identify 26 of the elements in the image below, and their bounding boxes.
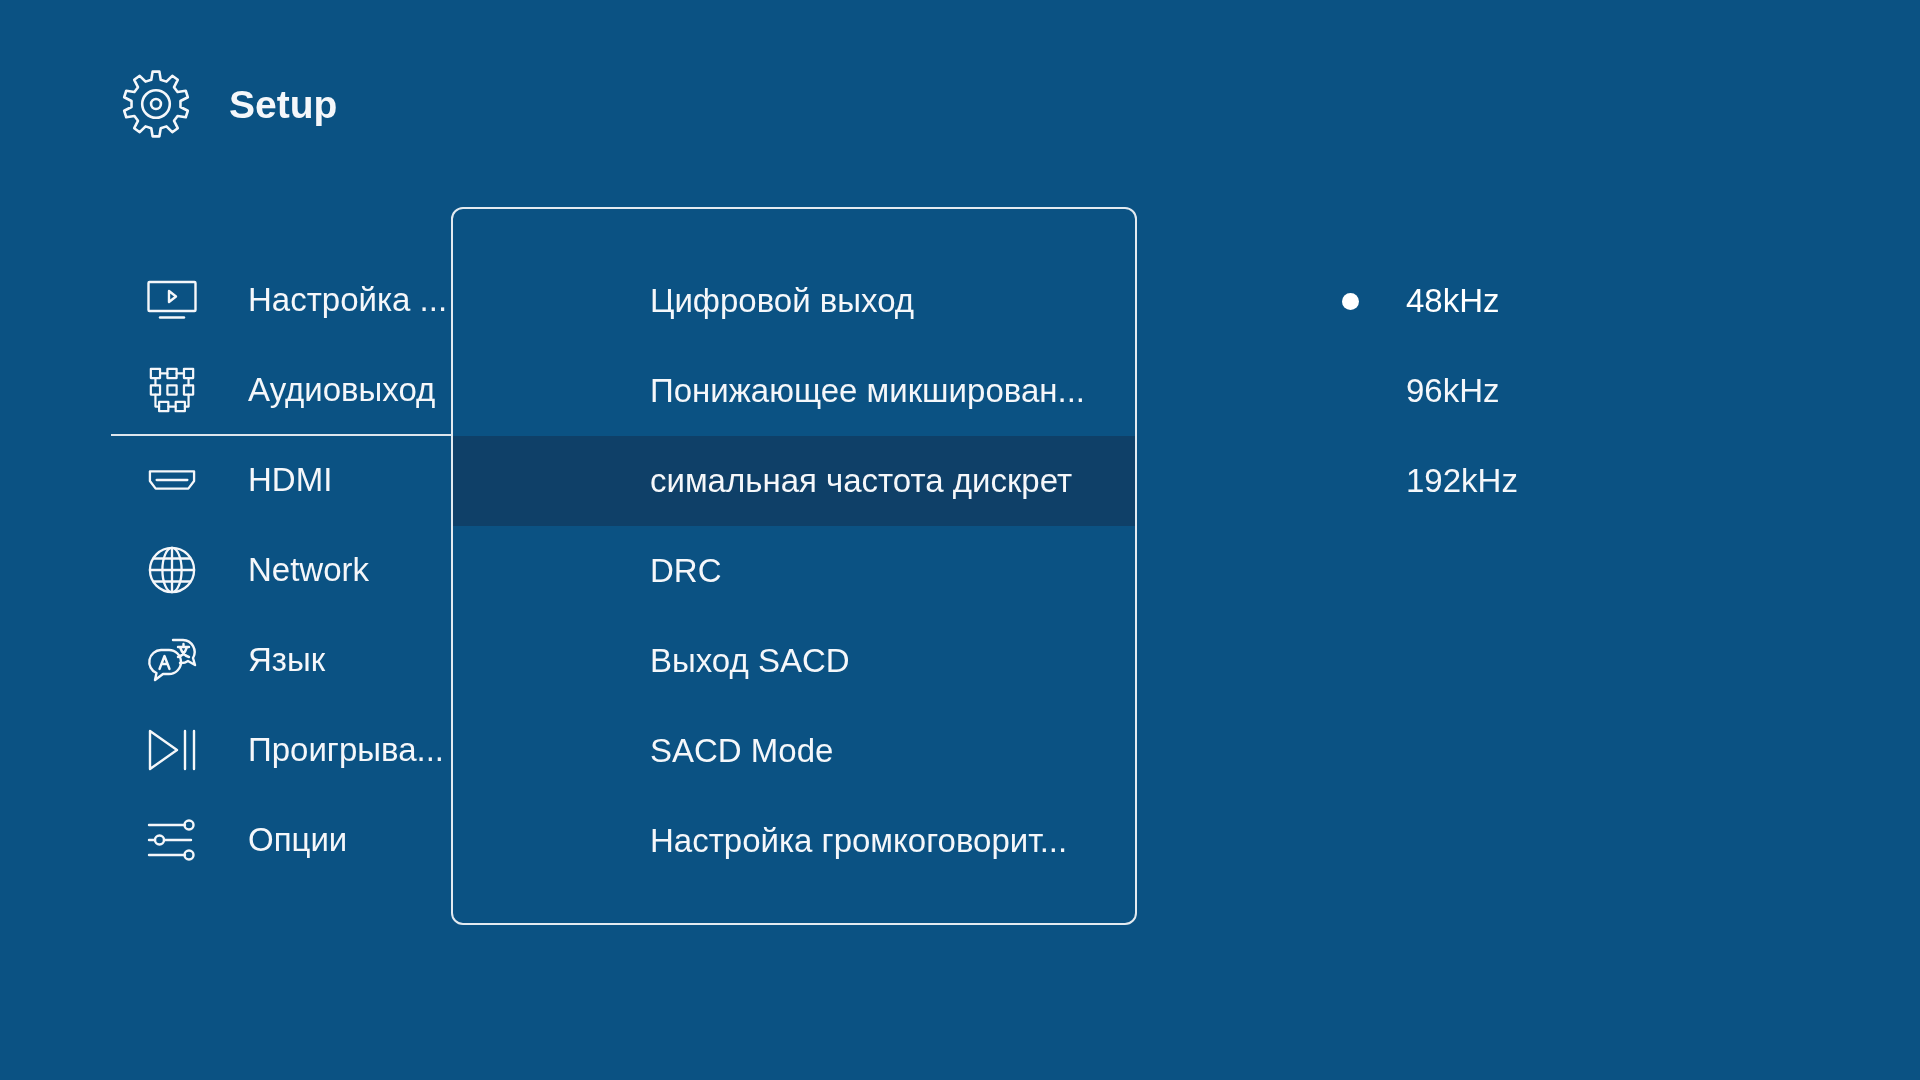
connector-icon bbox=[148, 468, 196, 492]
page-title: Setup bbox=[229, 84, 338, 124]
play-pause-icon bbox=[147, 728, 197, 772]
option-item[interactable]: 96kHz bbox=[1406, 372, 1500, 410]
squares-grid-icon bbox=[149, 367, 195, 413]
menu-item[interactable]: Цифровой выход bbox=[453, 256, 1135, 346]
sidebar-item[interactable]: Проигрыва... bbox=[111, 706, 451, 796]
menu-item[interactable]: SACD Mode bbox=[453, 706, 1135, 796]
globe-icon bbox=[148, 546, 196, 594]
option-item[interactable]: 192kHz bbox=[1406, 462, 1518, 500]
sidebar-item[interactable]: Язык bbox=[111, 616, 451, 706]
sidebar-item[interactable]: HDMI bbox=[111, 436, 451, 526]
sidebar-item[interactable]: Аудиовыход bbox=[111, 346, 451, 436]
menu-item[interactable]: DRC bbox=[453, 526, 1135, 616]
menu-item[interactable]: Понижающее микширован... bbox=[453, 346, 1135, 436]
sliders-icon bbox=[147, 817, 197, 863]
gear-icon bbox=[120, 68, 192, 140]
sidebar-item[interactable]: Настройка ... bbox=[111, 256, 451, 346]
menu-item[interactable]: симальная частота дискрет bbox=[453, 436, 1135, 526]
sidebar-item[interactable]: Network bbox=[111, 526, 451, 616]
menu-item[interactable]: Выход SACD bbox=[453, 616, 1135, 706]
speech-bubbles-icon bbox=[147, 638, 197, 682]
screen-play-icon bbox=[147, 280, 197, 320]
menu-item[interactable]: Настройка громкоговорит... bbox=[453, 796, 1135, 886]
sidebar-item[interactable]: Опции bbox=[111, 796, 451, 886]
option-item[interactable]: 48kHz bbox=[1406, 282, 1500, 320]
